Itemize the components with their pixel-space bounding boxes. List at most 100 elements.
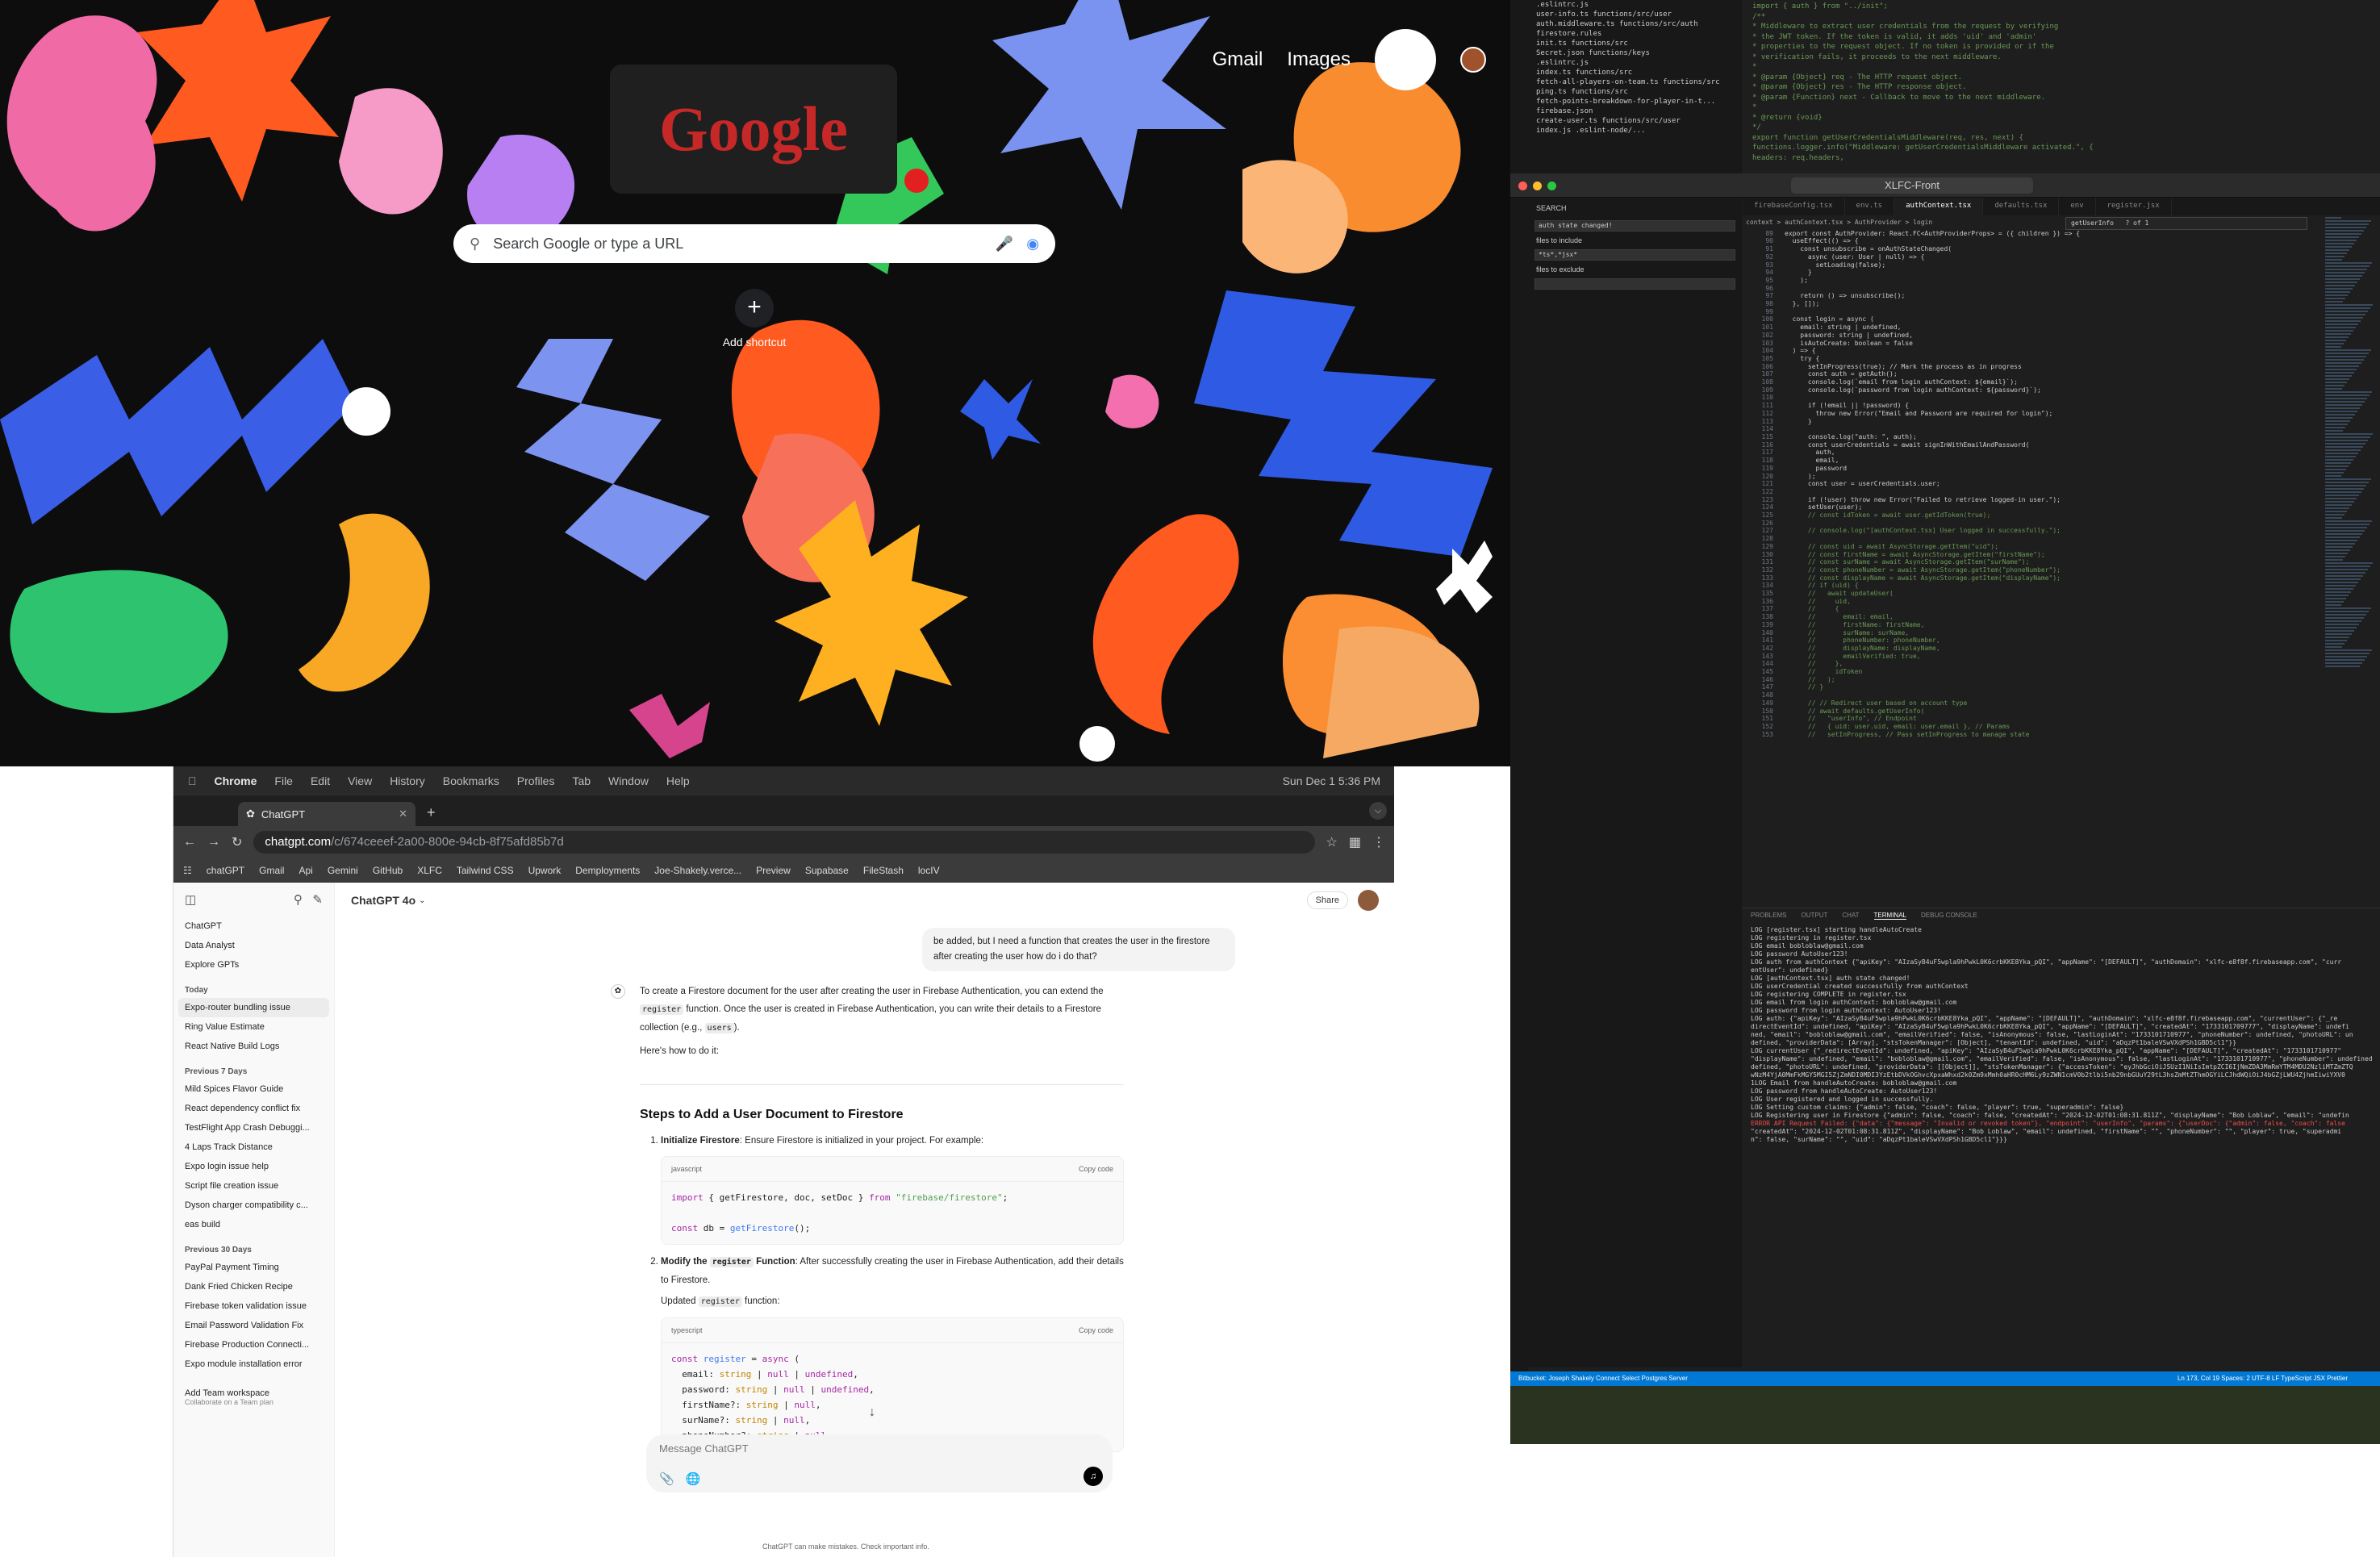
explorer-item[interactable]: index.ts functions/src xyxy=(1528,68,1742,77)
explorer-item[interactable]: fetch-points-breakdown-for-player-in-t..… xyxy=(1528,97,1742,106)
attach-icon[interactable]: 📎 xyxy=(659,1471,674,1486)
chat-history-item[interactable]: Firebase Production Connecti... xyxy=(173,1335,334,1355)
explorer-item[interactable]: auth.middleware.ts functions/src/auth xyxy=(1528,19,1742,29)
panel-tab[interactable]: CHAT xyxy=(1842,912,1859,920)
model-selector[interactable]: ChatGPT 4o xyxy=(351,894,415,907)
editor-tab[interactable]: env xyxy=(2059,198,2096,215)
copy-code-button[interactable]: Copy code xyxy=(1079,1160,1113,1178)
bookmark-item[interactable]: FileStash xyxy=(863,865,904,876)
close-tab-icon[interactable]: ✕ xyxy=(399,808,407,820)
sidebar-item-data-analyst[interactable]: Data Analyst xyxy=(173,936,334,955)
menu-tab[interactable]: Tab xyxy=(572,774,591,787)
panel-tab[interactable]: PROBLEMS xyxy=(1751,912,1786,920)
microphone-icon[interactable]: 🎤 xyxy=(996,236,1013,253)
chat-history-item[interactable]: Expo-router bundling issue xyxy=(178,998,329,1017)
menu-view[interactable]: View xyxy=(348,774,372,787)
clock[interactable]: Sun Dec 1 5:36 PM xyxy=(1283,774,1380,787)
chat-history-item[interactable]: Firebase token validation issue xyxy=(173,1296,334,1316)
menu-help[interactable]: Help xyxy=(666,774,690,787)
images-link[interactable]: Images xyxy=(1287,48,1351,71)
lens-icon[interactable]: ◉ xyxy=(1026,236,1039,253)
panel-tab[interactable]: DEBUG CONSOLE xyxy=(1921,912,1977,920)
panel-tab[interactable]: TERMINAL xyxy=(1873,912,1906,920)
address-bar[interactable]: chatgpt.com/c/674ceeef-2a00-800e-94cb-8f… xyxy=(253,831,1315,854)
explorer-item[interactable]: fetch-all-players-on-team.ts functions/s… xyxy=(1528,77,1742,87)
explorer-item[interactable]: create-user.ts functions/src/user xyxy=(1528,116,1742,126)
menu-history[interactable]: History xyxy=(390,774,425,787)
bookmark-item[interactable]: Joe-Shakely.verce... xyxy=(654,865,741,876)
close-window-icon[interactable] xyxy=(1518,182,1527,190)
files-include-input[interactable]: *ts*,*jsx* xyxy=(1534,249,1735,261)
reload-icon[interactable]: ↻ xyxy=(232,834,242,850)
bookmark-item[interactable]: Preview xyxy=(756,865,791,876)
back-icon[interactable]: ← xyxy=(183,835,196,849)
chat-history-item[interactable]: TestFlight App Crash Debuggi... xyxy=(173,1118,334,1137)
editor-tab[interactable]: defaults.tsx xyxy=(1983,198,2060,215)
tab-search-icon[interactable]: ⌵ xyxy=(1369,802,1387,820)
editor-tab[interactable]: authContext.tsx xyxy=(1894,198,1984,215)
message-input[interactable]: Message ChatGPT xyxy=(659,1442,1100,1455)
new-chat-icon[interactable]: ✎ xyxy=(312,893,323,907)
chat-history-item[interactable]: Mild Spices Flavor Guide xyxy=(173,1079,334,1099)
explorer-item[interactable]: .eslintrc.js xyxy=(1528,58,1742,68)
editor-tab[interactable]: env.ts xyxy=(1845,198,1895,215)
bookmark-item[interactable]: Tailwind CSS xyxy=(457,865,514,876)
menu-bookmarks[interactable]: Bookmarks xyxy=(443,774,499,787)
bookmark-item[interactable]: Gmail xyxy=(259,865,284,876)
apple-icon[interactable]:  xyxy=(188,774,197,787)
sidebar-item-chatgpt[interactable]: ChatGPT xyxy=(173,916,334,936)
search-icon[interactable]: ⚲ xyxy=(294,893,303,907)
maximize-window-icon[interactable] xyxy=(1547,182,1556,190)
google-doodle[interactable]: Google xyxy=(610,65,897,194)
sidebar-toggle-icon[interactable]: ◫ xyxy=(185,892,196,907)
status-left[interactable]: Bitbucket: Joseph Shakely Connect Select… xyxy=(1518,1375,1688,1382)
chat-history-item[interactable]: eas build xyxy=(173,1215,334,1234)
find-widget[interactable]: getUserInfo ? of 1 xyxy=(2065,217,2307,230)
bookmark-star-icon[interactable]: ☆ xyxy=(1326,834,1338,850)
chat-history-item[interactable]: Script file creation issue xyxy=(173,1176,334,1196)
add-team-workspace[interactable]: Add Team workspace Collaborate on a Team… xyxy=(173,1384,334,1411)
editor-tab[interactable]: register.jsx xyxy=(2096,198,2172,215)
menu-profiles[interactable]: Profiles xyxy=(517,774,555,787)
explorer-item[interactable]: firestore.rules xyxy=(1528,29,1742,39)
apps-icon[interactable] xyxy=(1375,29,1436,90)
panel-tab[interactable]: OUTPUT xyxy=(1801,912,1827,920)
chevron-down-icon[interactable]: ⌄ xyxy=(419,896,425,905)
message-composer[interactable]: Message ChatGPT 📎 🌐 ♫ xyxy=(646,1434,1113,1492)
chat-history-item[interactable]: Expo login issue help xyxy=(173,1157,334,1176)
google-search-box[interactable]: ⚲ Search Google or type a URL 🎤 ◉ xyxy=(453,224,1055,263)
new-tab-button[interactable]: + xyxy=(415,804,447,826)
bookmark-item[interactable]: Gemini xyxy=(328,865,358,876)
avatar[interactable] xyxy=(1460,47,1486,73)
terminal-output[interactable]: LOG [register.tsx] starting handleAutoCr… xyxy=(1743,923,2380,1147)
explorer-item[interactable]: index.js .eslint-node/... xyxy=(1528,126,1742,136)
sidebar-item-explore-gpts[interactable]: Explore GPTs xyxy=(173,955,334,975)
chat-history-item[interactable]: React Native Build Logs xyxy=(173,1037,334,1056)
apps-grid-icon[interactable]: ☷ xyxy=(183,865,192,876)
avatar[interactable] xyxy=(1358,890,1379,911)
share-button[interactable]: Share xyxy=(1306,891,1348,909)
bookmark-item[interactable]: locIV xyxy=(918,865,940,876)
globe-icon[interactable]: 🌐 xyxy=(686,1471,701,1486)
chat-history-item[interactable]: 4 Laps Track Distance xyxy=(173,1137,334,1157)
minimize-window-icon[interactable] xyxy=(1533,182,1542,190)
bookmark-item[interactable]: Api xyxy=(299,865,312,876)
chat-history-item[interactable]: Dyson charger compatibility c... xyxy=(173,1196,334,1215)
menu-file[interactable]: File xyxy=(274,774,293,787)
explorer-item[interactable]: Secret.json functions/keys xyxy=(1528,48,1742,58)
status-right[interactable]: Ln 173, Col 19 Spaces: 2 UTF-8 LF TypeSc… xyxy=(2177,1371,2348,1386)
code-editor[interactable]: context > authContext.tsx > AuthProvider… xyxy=(1743,215,2380,897)
chat-history-item[interactable]: Ring Value Estimate xyxy=(173,1017,334,1037)
command-center[interactable]: XLFC-Front xyxy=(1791,177,2033,194)
add-shortcut-button[interactable]: + Add shortcut xyxy=(723,289,786,349)
files-exclude-input[interactable] xyxy=(1534,278,1735,290)
find-input[interactable]: getUserInfo xyxy=(2071,219,2114,227)
chat-history-item[interactable]: React dependency conflict fix xyxy=(173,1099,334,1118)
menu-icon[interactable]: ⋮ xyxy=(1372,834,1385,850)
menu-edit[interactable]: Edit xyxy=(311,774,330,787)
chat-history-item[interactable]: Expo module installation error xyxy=(173,1355,334,1374)
explorer-item[interactable]: init.ts functions/src xyxy=(1528,39,1742,48)
search-input[interactable]: Search Google or type a URL xyxy=(493,236,983,253)
explorer-item[interactable]: ping.ts functions/src xyxy=(1528,87,1742,97)
menu-window[interactable]: Window xyxy=(608,774,649,787)
